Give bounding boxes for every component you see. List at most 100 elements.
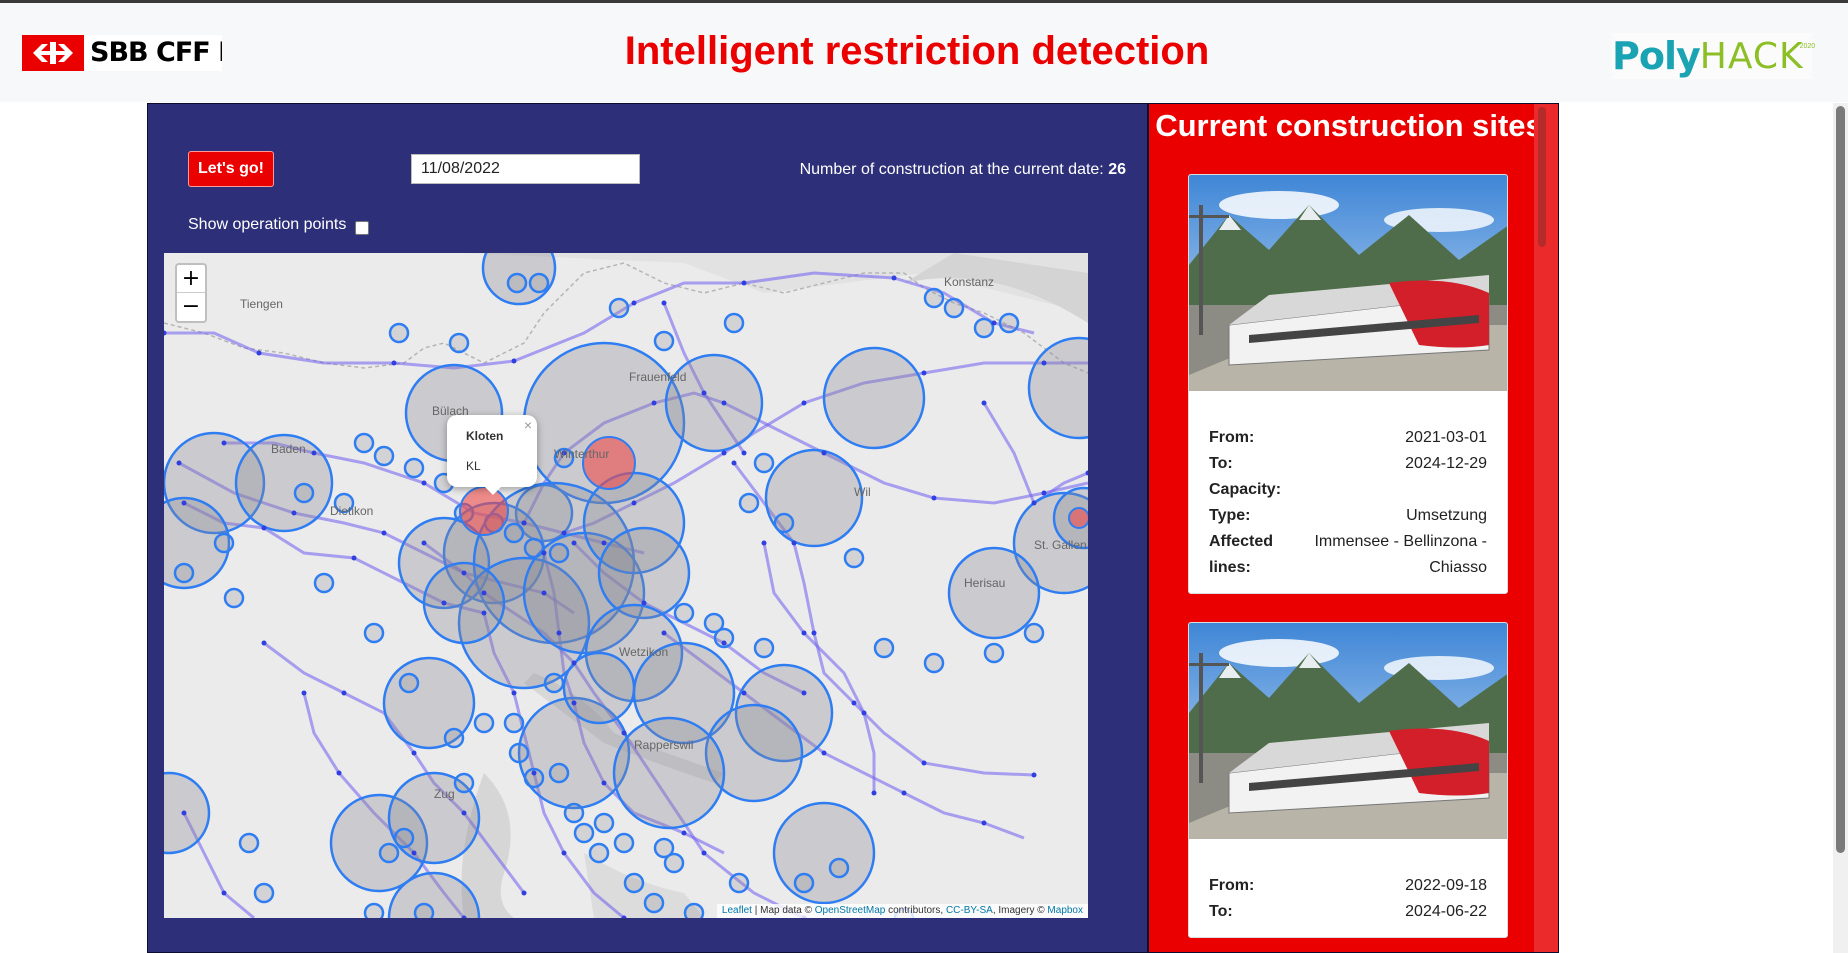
map-panel: Let's go! Number of construction at the … [147,103,1148,953]
construction-point-circle[interactable] [448,332,470,354]
construction-point-circle[interactable] [573,822,595,844]
construction-point-circle[interactable] [223,587,245,609]
construction-point-circle[interactable] [508,742,530,764]
map-canvas[interactable]: Tiengen Baden Winterthur Frauenfeld Wil St. G… [164,253,1088,918]
construction-point-circle[interactable] [753,637,775,659]
construction-point-circle[interactable] [588,842,610,864]
railway-map[interactable]: Tiengen Baden Winterthur Frauenfeld Wil St. G… [164,253,1088,918]
construction-point-circle[interactable] [843,547,865,569]
construction-point-circle[interactable] [393,827,415,849]
construction-point-circle[interactable] [973,317,995,339]
construction-point-circle[interactable] [503,522,525,544]
show-operation-points-checkbox[interactable] [355,221,370,235]
construction-point-circle[interactable] [506,272,528,294]
construction-point-circle[interactable] [653,837,675,859]
license-link[interactable]: CC-BY-SA [946,905,993,916]
construction-point-circle[interactable] [388,322,410,344]
construction-point-circle[interactable] [523,537,545,559]
construction-zone-circle[interactable] [1027,336,1088,440]
construction-point-circle[interactable] [623,872,645,894]
construction-point-circle[interactable] [608,297,630,319]
station-dot [391,360,397,366]
station-dot [341,690,347,696]
construction-point-circle[interactable] [828,857,850,879]
construction-point-circle[interactable] [373,445,395,467]
construction-point-circle[interactable] [398,672,420,694]
construction-point-circle[interactable] [548,762,570,784]
construction-point-circle[interactable] [673,602,695,624]
zoom-in-button[interactable]: + [177,265,205,293]
lets-go-button[interactable]: Let's go! [188,151,274,187]
construction-point-circle[interactable] [983,642,1005,664]
station-dot [921,760,927,766]
construction-zone-circle[interactable] [772,801,876,905]
date-input[interactable] [411,154,640,184]
construction-point-circle[interactable] [923,287,945,309]
sidebar-scroll-thumb[interactable] [1538,107,1546,247]
station-dot [1041,360,1047,366]
construction-point-circle[interactable] [528,272,550,294]
construction-point-circle[interactable] [1023,622,1045,644]
construction-point-circle[interactable] [443,727,465,749]
construction-point-circle[interactable] [353,432,375,454]
construction-point-circle[interactable] [548,542,570,564]
construction-point-circle[interactable] [473,712,495,734]
construction-point-circle[interactable] [453,772,475,794]
station-dot [311,450,317,456]
construction-point-circle[interactable] [543,672,565,694]
station-dot [921,370,927,376]
zoom-out-button[interactable]: − [177,293,205,321]
leaflet-link[interactable]: Leaflet [722,905,752,916]
construction-point-circle[interactable] [238,832,260,854]
restriction-highlight-circle[interactable] [1068,507,1088,529]
polyhack-logo-part-a: Poly [1612,34,1701,78]
page-scrollbar[interactable] [1833,103,1848,953]
construction-point-circle[interactable] [253,882,275,904]
restriction-highlight-circle[interactable] [582,436,636,490]
construction-point-circle[interactable] [773,512,795,534]
station-dot [721,400,727,406]
card-row-value: 2021-03-01 [1405,429,1487,446]
construction-point-circle[interactable] [313,572,335,594]
sidebar-scrollbar[interactable] [1534,104,1558,952]
construction-point-circle[interactable] [403,457,425,479]
construction-point-circle[interactable] [563,802,585,824]
popup-close-button[interactable]: × [524,417,532,433]
construction-point-circle[interactable] [378,842,400,864]
construction-point-circle[interactable] [173,562,195,584]
construction-point-circle[interactable] [923,652,945,674]
construction-point-circle[interactable] [293,482,315,504]
construction-zone-circle[interactable] [612,716,726,830]
construction-point-circle[interactable] [873,637,895,659]
construction-point-circle[interactable] [363,902,385,918]
construction-point-circle[interactable] [998,312,1020,334]
page-scroll-thumb[interactable] [1836,106,1845,853]
construction-point-circle[interactable] [653,330,675,352]
construction-point-circle[interactable] [723,312,745,334]
construction-zone-circle[interactable] [822,346,926,450]
construction-point-circle[interactable] [613,832,635,854]
mapbox-link[interactable]: Mapbox [1047,905,1083,916]
station-dot [521,520,527,526]
construction-point-circle[interactable] [753,452,775,474]
construction-point-circle[interactable] [793,872,815,894]
sbb-logo[interactable]: SBB CFF FFS [22,33,222,73]
construction-point-circle[interactable] [363,622,385,644]
construction-point-circle[interactable] [728,872,750,894]
card-row-value: Umsetzung [1406,507,1487,524]
construction-point-circle[interactable] [643,892,665,914]
construction-point-circle[interactable] [593,812,615,834]
construction-point-circle[interactable] [683,902,705,918]
construction-point-circle[interactable] [413,902,435,918]
place-label: Baden [271,442,306,456]
construction-sites-panel[interactable]: Current construction sites From: 2021-03… [1148,103,1559,953]
construction-point-circle[interactable] [503,712,525,734]
construction-point-circle[interactable] [738,492,760,514]
construction-zone-circle[interactable] [947,546,1041,640]
attribution-text-1: | Map data © [751,905,815,916]
station-dot [861,710,867,716]
construction-point-circle[interactable] [213,532,235,554]
construction-point-circle[interactable] [943,297,965,319]
osm-link[interactable]: OpenStreetMap [815,905,886,916]
popup-tip [483,485,503,495]
